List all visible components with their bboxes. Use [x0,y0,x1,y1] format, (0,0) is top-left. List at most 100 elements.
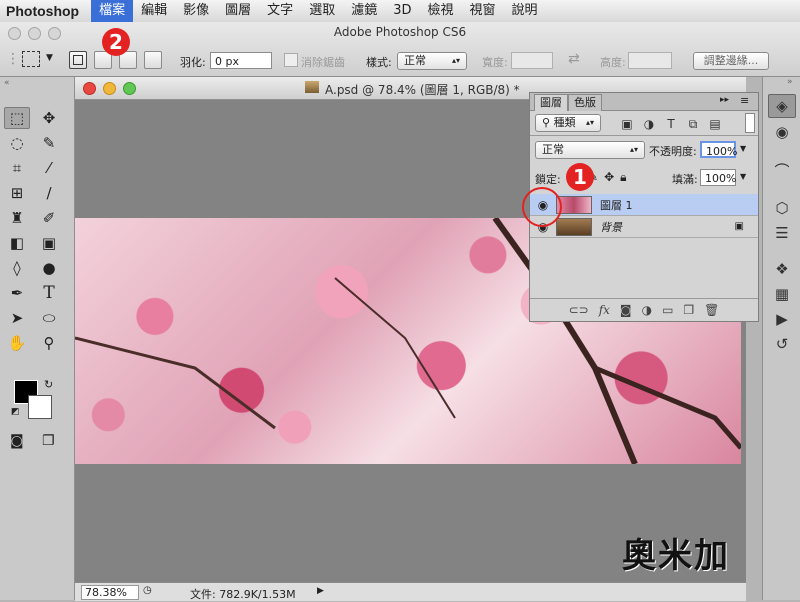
lock-all-icon[interactable]: 🔒︎ [620,170,626,185]
grip-icon: ⋮ [6,51,20,67]
layer-name[interactable]: 背景 [600,219,622,235]
status-options-icon[interactable]: ◷ [143,585,152,596]
filter-smart-icon[interactable]: ▤ [706,115,724,133]
history-brush-tool-icon[interactable]: ✐ [36,207,62,229]
doc-zoom-button[interactable] [123,82,136,95]
rect-marquee-tool-icon[interactable]: ⬚ [4,107,30,129]
right-dock: » ◈ ◉ ⌒ ⬡ ☰ ❖ ▦ ▶ ↺ [762,77,800,600]
properties-dock-icon[interactable]: ☰ [769,222,795,244]
opacity-input[interactable]: 100% [700,141,737,158]
background-color-swatch[interactable] [28,395,52,419]
history-dock-icon[interactable]: ↺ [769,333,795,355]
filter-kind-select[interactable]: ⚲ 種類 ▴▾ [535,114,601,132]
pen-tool-icon[interactable]: ✒ [4,282,30,304]
height-input[interactable] [628,52,672,69]
swap-icon[interactable]: ⇄ [568,51,580,67]
group-folder-icon[interactable]: ▭ [662,303,673,317]
swatches-dock-icon[interactable]: ❖ [769,258,795,280]
lock-label: 鎖定: [535,173,561,186]
menu-select[interactable]: 選取 [301,0,343,22]
zoom-level-field[interactable]: 78.38% [81,585,139,600]
layers-panel: 圖層 色版 ▸▸ ≡ ⚲ 種類 ▴▾ ▣ ◑ T ⧉ ▤ 正常 ▴▾ 不透明度: 1… [522,92,759,322]
paths-dock-icon[interactable]: ⌒ [769,159,795,181]
quick-mask-icon[interactable]: ◙ [10,433,24,449]
channels-dock-icon[interactable]: ◉ [769,121,795,143]
swap-colors-icon[interactable]: ↻ [44,378,53,391]
filter-toggle[interactable] [745,113,755,133]
clone-stamp-tool-icon[interactable]: ♜ [4,207,30,229]
layer-name[interactable]: 圖層 1 [600,197,633,213]
doc-close-button[interactable] [83,82,96,95]
menu-type[interactable]: 文字 [259,0,301,22]
adjustment-icon[interactable]: ◑ [642,303,652,317]
quick-select-tool-icon[interactable]: ✎ [36,132,62,154]
style-select[interactable]: 正常 ▴▾ [397,52,467,70]
brush-tool-icon[interactable]: ∕ [36,182,62,204]
3d-dock-icon[interactable]: ⬡ [769,197,795,219]
status-arrow-icon[interactable]: ▶ [317,586,324,596]
app-menu[interactable]: Photoshop [0,3,91,19]
dodge-tool-icon[interactable]: ● [36,257,62,279]
refine-edge-button[interactable]: 調整邊緣... [693,52,769,70]
panel-menu-icon[interactable]: ≡ [740,94,749,107]
marquee-preset-icon[interactable] [22,51,40,67]
filter-adjustment-icon[interactable]: ◑ [640,115,658,133]
type-tool-icon[interactable]: T [36,282,62,304]
blend-mode-select[interactable]: 正常 ▴▾ [535,141,645,159]
height-label: 高度: [600,56,626,69]
filter-type-icon[interactable]: T [662,115,680,133]
tab-channels[interactable]: 色版 [568,94,602,111]
filter-shape-icon[interactable]: ⧉ [684,115,702,133]
menu-layer[interactable]: 圖層 [217,0,259,22]
trash-icon[interactable]: 🗑︎ [704,303,719,317]
width-input[interactable] [511,52,553,69]
fill-input[interactable]: 100% [700,169,736,186]
menu-file[interactable]: 檔案 [91,0,134,22]
hand-tool-icon[interactable]: ✋ [4,332,30,354]
menu-help[interactable]: 說明 [504,0,546,22]
tab-layers[interactable]: 圖層 [534,94,568,111]
layers-dock-icon[interactable]: ◈ [768,94,796,118]
menu-window[interactable]: 視窗 [462,0,504,22]
feather-input[interactable]: 0 px [210,52,272,69]
menu-view[interactable]: 檢視 [420,0,462,22]
menu-image[interactable]: 影像 [175,0,217,22]
antialias-checkbox[interactable] [284,53,298,67]
lasso-tool-icon[interactable]: ◌ [4,132,30,154]
actions-dock-icon[interactable]: ▶ [769,308,795,330]
eraser-tool-icon[interactable]: ◧ [4,232,30,254]
collapse-icon[interactable]: « [4,78,10,88]
crop-tool-icon[interactable]: ⌗ [4,157,30,179]
ellipse-tool-icon[interactable]: ⬭ [36,307,62,329]
menu-3d[interactable]: 3D [385,0,419,22]
new-selection-button[interactable] [69,51,87,69]
new-layer-icon[interactable]: ❐ [683,303,694,317]
gradient-tool-icon[interactable]: ▣ [36,232,62,254]
default-colors-icon[interactable]: ◩ [11,407,20,417]
chevron-down-icon[interactable]: ▼ [46,53,53,63]
fill-dropdown-icon[interactable]: ▼ [740,172,746,181]
blur-tool-icon[interactable]: ◊ [4,257,30,279]
grid-dock-icon[interactable]: ▦ [769,283,795,305]
opacity-dropdown-icon[interactable]: ▼ [740,144,746,153]
intersect-selection-button[interactable] [144,51,162,69]
layer-row-background[interactable]: ◉ 背景 ▣ [530,216,758,238]
layer-row-layer1[interactable]: ◉ 圖層 1 [530,194,758,216]
screen-mode-icon[interactable]: ❐ [42,433,55,449]
healing-brush-tool-icon[interactable]: ⊞ [4,182,30,204]
mask-icon[interactable]: ◙ [620,303,632,317]
doc-minimize-button[interactable] [103,82,116,95]
filter-pixel-icon[interactable]: ▣ [618,115,636,133]
path-select-tool-icon[interactable]: ➤ [4,307,30,329]
fx-icon[interactable]: fx [599,303,610,317]
expand-panels-icon[interactable]: » [763,77,800,91]
menu-filter[interactable]: 濾鏡 [343,0,385,22]
menu-edit[interactable]: 編輯 [133,0,175,22]
zoom-tool-icon[interactable]: ⚲ [36,332,62,354]
link-icon[interactable]: ⊂⊃ [569,303,589,317]
eyedropper-tool-icon[interactable]: ⁄ [36,157,62,179]
lock-position-icon[interactable]: ✥ [604,170,614,185]
collapse-panel-icon[interactable]: ▸▸ [720,95,729,105]
move-tool-icon[interactable]: ✥ [36,107,62,129]
updown-icon: ▴▾ [451,56,460,65]
